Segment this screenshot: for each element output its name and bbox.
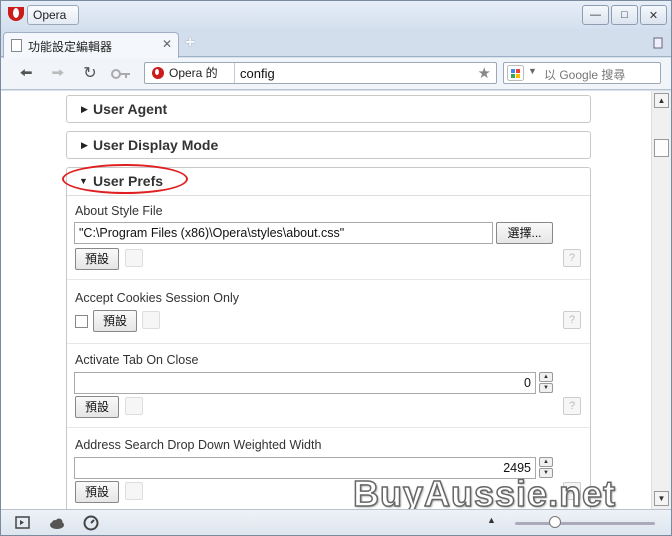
minimize-icon[interactable]: —: [582, 5, 609, 25]
save-icon[interactable]: [125, 397, 143, 415]
default-button[interactable]: 預設: [93, 310, 137, 332]
zoom-slider-track[interactable]: [515, 522, 655, 525]
back-arrow-icon[interactable]: 🠨: [15, 64, 37, 84]
help-icon[interactable]: ?: [563, 249, 581, 267]
close-icon[interactable]: ✕: [640, 5, 667, 25]
maximize-icon[interactable]: □: [611, 5, 638, 25]
opera-menu-button[interactable]: Opera: [27, 5, 79, 25]
pref-about-style-file: About Style File: [75, 204, 585, 218]
pref-accept-cookies-session-only: Accept Cookies Session Only: [75, 291, 585, 305]
save-icon[interactable]: [125, 249, 143, 267]
tab-close-icon[interactable]: ✕: [162, 37, 172, 51]
number-stepper[interactable]: ▲ ▼: [539, 372, 553, 394]
stepper-up-icon[interactable]: ▲: [539, 457, 553, 467]
site-badge[interactable]: Opera 的: [145, 63, 235, 83]
opera-logo-icon[interactable]: [5, 5, 27, 27]
highlight-ellipse: [62, 164, 188, 194]
default-button[interactable]: 預設: [75, 248, 119, 270]
bookmark-star-icon[interactable]: ★: [478, 64, 491, 82]
save-icon[interactable]: [142, 311, 160, 329]
zoom-slider-knob[interactable]: [549, 516, 561, 528]
title-bar: Opera — □ ✕: [1, 1, 671, 29]
collapsed-triangle-icon: ▶: [81, 104, 88, 114]
browser-window: Opera — □ ✕ 功能設定編輯器 ✕ + 🠨 🠪 ↻ Opera 的 co…: [0, 0, 672, 536]
reload-icon[interactable]: ↻: [79, 64, 101, 84]
pref-label: Accept Cookies Session Only: [75, 291, 239, 305]
pref-activate-tab-on-close: Activate Tab On Close: [75, 353, 585, 367]
about-style-file-input[interactable]: "C:\Program Files (x86)\Opera\styles\abo…: [74, 222, 493, 244]
section-title: User Agent: [93, 101, 168, 117]
section-user-display-mode[interactable]: ▶ User Display Mode: [66, 131, 591, 159]
stepper-down-icon[interactable]: ▼: [539, 383, 553, 393]
opera-badge-icon: [152, 67, 164, 79]
tab-list-icon[interactable]: [653, 37, 663, 49]
vertical-scrollbar[interactable]: ▲ ▼: [651, 91, 671, 509]
pref-label: Address Search Drop Down Weighted Width: [75, 438, 322, 452]
pref-address-search-drop-down-weighted-width: Address Search Drop Down Weighted Width: [75, 438, 585, 452]
tab-config-editor[interactable]: 功能設定編輯器 ✕: [3, 32, 179, 58]
stepper-up-icon[interactable]: ▲: [539, 372, 553, 382]
tab-title: 功能設定編輯器: [28, 40, 113, 54]
default-button[interactable]: 預設: [75, 481, 119, 503]
address-url[interactable]: config: [240, 66, 275, 81]
section-user-agent[interactable]: ▶ User Agent: [66, 95, 591, 123]
scrollbar-thumb[interactable]: [654, 139, 669, 157]
section-user-prefs: ▼ User Prefs About Style File "C:\Progra…: [62, 164, 591, 509]
site-badge-label: Opera 的: [169, 66, 218, 80]
pref-label: Activate Tab On Close: [75, 353, 199, 367]
search-engine-dropdown-icon[interactable]: ▼: [528, 66, 537, 76]
document-icon: [11, 39, 22, 52]
page-content: ▶ User Agent ▶ User Display Mode ▼ User …: [1, 91, 651, 509]
pref-divider: [67, 343, 590, 344]
choose-file-button[interactable]: 選擇...: [496, 222, 553, 244]
scroll-down-icon[interactable]: ▼: [654, 491, 669, 506]
window-controls: — □ ✕: [580, 5, 667, 25]
status-bar: ▲: [1, 509, 671, 535]
panel-toggle-icon[interactable]: [15, 515, 31, 531]
help-icon[interactable]: ?: [563, 311, 581, 329]
pref-label: About Style File: [75, 204, 163, 218]
scroll-up-icon[interactable]: ▲: [654, 93, 669, 108]
opera-unite-cloud-icon[interactable]: [49, 515, 65, 531]
help-icon[interactable]: ?: [563, 397, 581, 415]
section-header[interactable]: ▼ User Prefs: [62, 164, 590, 196]
new-tab-icon[interactable]: +: [185, 33, 196, 51]
navigation-toolbar: 🠨 🠪 ↻ Opera 的 config ★ ▼ 以 Google 搜尋: [1, 58, 671, 90]
zoom-popup-arrow-icon[interactable]: ▲: [487, 515, 496, 525]
collapsed-triangle-icon: ▶: [81, 140, 88, 150]
default-button[interactable]: 預設: [75, 396, 119, 418]
search-placeholder: 以 Google 搜尋: [544, 68, 626, 82]
google-icon[interactable]: [507, 65, 524, 81]
accept-cookies-checkbox[interactable]: [75, 315, 88, 328]
search-field[interactable]: ▼ 以 Google 搜尋: [503, 62, 661, 84]
tab-bar: 功能設定編輯器 ✕ +: [1, 29, 671, 58]
forward-arrow-icon[interactable]: 🠪: [47, 64, 69, 84]
section-title: User Display Mode: [93, 137, 219, 153]
save-icon[interactable]: [125, 482, 143, 500]
wand-key-icon[interactable]: [111, 68, 131, 80]
pref-divider: [67, 279, 590, 280]
pref-divider: [67, 427, 590, 428]
address-bar[interactable]: Opera 的 config ★: [144, 62, 497, 84]
opera-turbo-icon[interactable]: [83, 515, 99, 531]
activate-tab-on-close-input[interactable]: 0: [74, 372, 536, 394]
